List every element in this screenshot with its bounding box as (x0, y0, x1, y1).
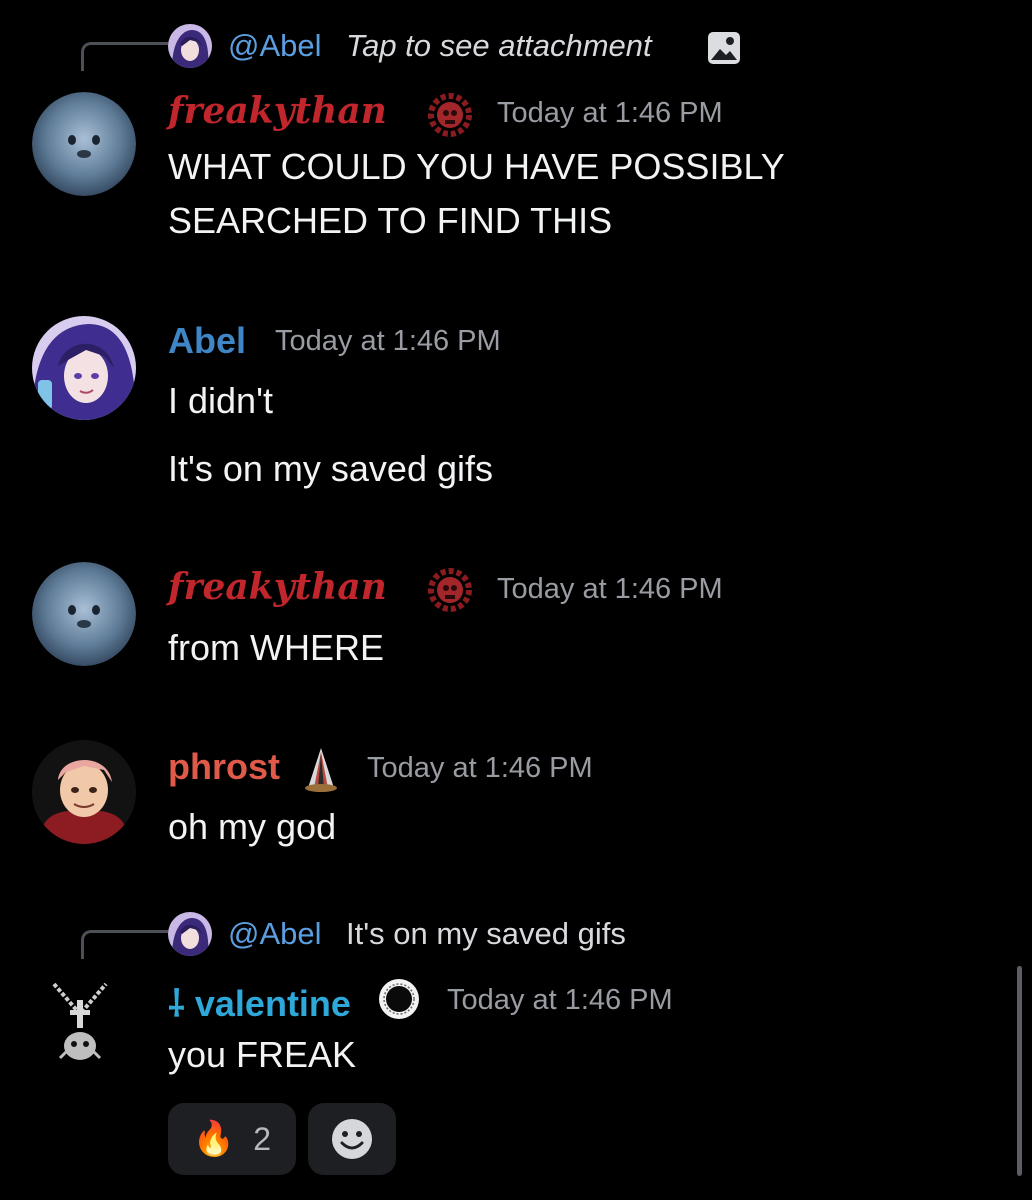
eclipse-ring-icon (377, 977, 421, 1021)
timestamp: Today at 1:46 PM (497, 573, 723, 605)
reply-preview-text[interactable]: Tap to see attachment (346, 28, 652, 64)
reaction-count: 2 (253, 1120, 272, 1157)
timestamp: Today at 1:46 PM (367, 752, 593, 784)
message-line: It's on my saved gifs (168, 448, 494, 489)
username[interactable]: phrost (168, 746, 280, 788)
reaction-fire[interactable]: 🔥 2 (168, 1103, 296, 1175)
timestamp: Today at 1:46 PM (497, 97, 723, 129)
reply-avatar-abel[interactable] (168, 912, 212, 956)
cloak-figure-icon (296, 744, 346, 794)
message-line: SEARCHED TO FIND THIS (168, 200, 613, 241)
scrollbar[interactable] (1017, 966, 1022, 1176)
avatar[interactable] (32, 92, 136, 196)
image-icon (706, 30, 742, 66)
reply-connector (81, 930, 168, 959)
message-line: you FREAK (168, 1034, 357, 1075)
avatar[interactable] (48, 980, 112, 1070)
message-line: from WHERE (168, 627, 384, 668)
reply-mention[interactable]: @Abel (228, 916, 322, 952)
avatar[interactable] (32, 740, 136, 844)
gear-skull-icon (428, 568, 472, 612)
avatar[interactable] (32, 316, 136, 420)
add-reaction-button[interactable] (308, 1103, 396, 1175)
reply-avatar-abel[interactable] (168, 24, 212, 68)
reply-connector (81, 42, 168, 71)
username[interactable]: freakythan (168, 90, 387, 132)
reply-mention[interactable]: @Abel (228, 28, 322, 64)
reply-preview-text[interactable]: It's on my saved gifs (346, 916, 626, 952)
timestamp: Today at 1:46 PM (447, 984, 673, 1016)
message-line: I didn't (168, 380, 273, 421)
username[interactable]: Abel (168, 320, 246, 362)
username[interactable]: freakythan (168, 566, 387, 608)
message-line: WHAT COULD YOU HAVE POSSIBLY (168, 146, 785, 187)
fire-emoji-icon: 🔥 (192, 1120, 236, 1158)
smiley-icon (332, 1119, 372, 1159)
timestamp: Today at 1:46 PM (275, 325, 501, 357)
avatar[interactable] (32, 562, 136, 666)
gear-skull-icon (428, 93, 472, 137)
username[interactable]: ⸸ valentine (168, 978, 351, 1027)
message-line: oh my god (168, 806, 337, 847)
